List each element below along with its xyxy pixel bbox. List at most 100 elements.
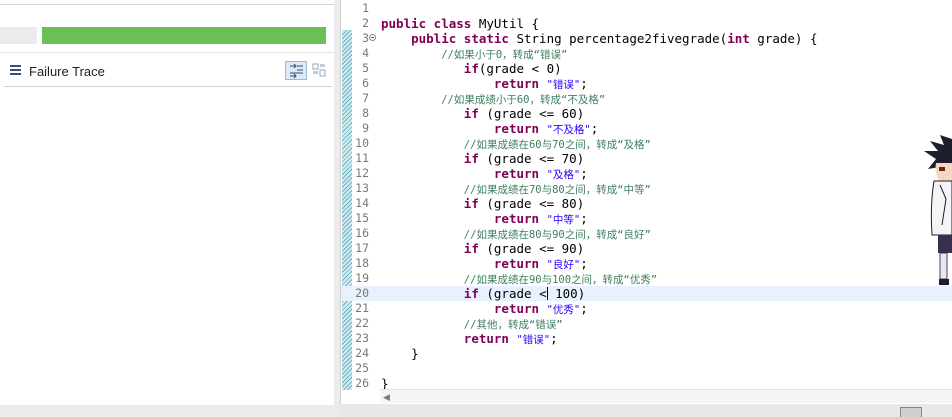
comment: //如果成绩在90与100之间，转成“优秀” xyxy=(463,274,658,286)
filter-stack-icon[interactable] xyxy=(285,61,307,80)
code-line[interactable]: 11 if (grade <= 70) xyxy=(341,151,952,166)
keyword: return xyxy=(493,166,540,181)
line-number: 1 xyxy=(362,1,369,15)
code-token: (grade < xyxy=(478,286,547,301)
line-number: 11 xyxy=(355,151,369,165)
horizontal-scrollbar[interactable]: ◀ xyxy=(380,389,952,403)
code-line[interactable]: 15 return "中等"; xyxy=(341,211,952,226)
code-text[interactable]: if (grade <= 80) xyxy=(381,196,584,211)
keyword: return xyxy=(493,256,540,271)
code-line[interactable]: 8 if (grade <= 60) xyxy=(341,106,952,121)
code-line[interactable]: 25 xyxy=(341,361,952,376)
comment: //如果小于0，转成“错误” xyxy=(441,49,568,61)
string-literal: "良好" xyxy=(546,259,581,271)
string-literal: "不及格" xyxy=(546,124,591,136)
divider xyxy=(4,86,332,87)
code-text[interactable]: } xyxy=(381,346,419,361)
keyword: if xyxy=(463,286,479,301)
code-line[interactable]: 2 public class MyUtil { xyxy=(341,16,952,31)
code-text[interactable]: if (grade <= 60) xyxy=(381,106,584,121)
code-token: ; xyxy=(580,211,588,226)
line-number: 12 xyxy=(355,166,369,180)
code-line[interactable]: 21 return "优秀"; xyxy=(341,301,952,316)
keyword: if xyxy=(463,61,479,76)
code-line[interactable]: 23 return "错误"; xyxy=(341,331,952,346)
string-literal: "错误" xyxy=(546,79,581,91)
code-line[interactable]: 9 return "不及格"; xyxy=(341,121,952,136)
junit-counter-area xyxy=(0,27,37,44)
code-line[interactable]: 19 //如果成绩在90与100之间，转成“优秀” xyxy=(341,271,952,286)
code-line[interactable]: 5 if(grade < 0) xyxy=(341,61,952,76)
code-line[interactable]: 7 //如果成绩小于60，转成“不及格” xyxy=(341,91,952,106)
code-token: MyUtil { xyxy=(471,16,540,31)
line-number: 18 xyxy=(355,256,369,270)
code-token: } xyxy=(381,346,419,361)
string-literal: "中等" xyxy=(546,214,581,226)
failure-trace-title: Failure Trace xyxy=(29,64,105,79)
code-token: (grade <= 70) xyxy=(478,151,585,166)
code-text[interactable]: public static String percentage2fivegrad… xyxy=(381,31,817,46)
code-line[interactable]: 20 if (grade < 100) xyxy=(341,286,952,301)
code-line[interactable]: 24 } xyxy=(341,346,952,361)
line-number: 25 xyxy=(355,361,369,375)
keyword: public class xyxy=(381,16,472,31)
fold-toggle-icon[interactable] xyxy=(369,34,376,41)
scroll-left-icon[interactable]: ◀ xyxy=(383,392,390,403)
status-trim-icon[interactable] xyxy=(900,407,922,417)
line-number: 23 xyxy=(355,331,369,345)
line-number: 8 xyxy=(362,106,369,120)
code-token: String percentage2fivegrade( xyxy=(508,31,728,46)
line-number: 16 xyxy=(355,226,369,240)
code-line[interactable]: 6 return "错误"; xyxy=(341,76,952,91)
code-line[interactable]: 3 public static String percentage2fivegr… xyxy=(341,31,952,46)
code-line[interactable]: 13 //如果成绩在70与80之间，转成“中等” xyxy=(341,181,952,196)
anime-character-image xyxy=(918,135,952,295)
java-editor[interactable]: 1 2 public class MyUtil {3 public static S… xyxy=(340,0,952,404)
line-number: 4 xyxy=(362,46,369,60)
code-token: ; xyxy=(550,331,558,346)
code-line[interactable]: 22 //其他，转成“错误” xyxy=(341,316,952,331)
code-text[interactable]: public class MyUtil { xyxy=(381,16,539,31)
line-number: 24 xyxy=(355,346,369,360)
keyword: if xyxy=(463,151,479,166)
keyword: return xyxy=(463,331,509,346)
code-line[interactable]: 18 return "良好"; xyxy=(341,256,952,271)
line-number: 5 xyxy=(362,61,369,75)
code-line[interactable]: 17 if (grade <= 90) xyxy=(341,241,952,256)
line-number: 6 xyxy=(362,76,369,90)
compare-icon[interactable] xyxy=(311,62,329,79)
line-number: 7 xyxy=(362,91,369,105)
keyword: return xyxy=(493,211,540,226)
code-line[interactable]: 4 //如果小于0，转成“错误” xyxy=(341,46,952,61)
junit-panel: Failure Trace xyxy=(0,0,334,417)
code-text[interactable]: if(grade < 0) xyxy=(381,61,562,76)
code-text[interactable]: if (grade < 100) xyxy=(381,286,585,301)
code-text[interactable]: if (grade <= 90) xyxy=(381,241,584,256)
code-line[interactable]: 16 //如果成绩在80与90之间，转成“良好” xyxy=(341,226,952,241)
line-number: 3 xyxy=(362,31,369,45)
divider xyxy=(0,52,334,53)
code-line[interactable]: 14 if (grade <= 80) xyxy=(341,196,952,211)
line-number: 22 xyxy=(355,316,369,330)
code-text[interactable]: if (grade <= 70) xyxy=(381,151,584,166)
code-line[interactable]: 10 //如果成绩在60与70之间，转成“及格” xyxy=(341,136,952,151)
code-line[interactable]: 12 return "及格"; xyxy=(341,166,952,181)
line-number: 21 xyxy=(355,301,369,315)
panel-top-border xyxy=(0,4,334,5)
code-line[interactable]: 1 xyxy=(341,1,952,16)
string-literal: "优秀" xyxy=(546,304,581,316)
